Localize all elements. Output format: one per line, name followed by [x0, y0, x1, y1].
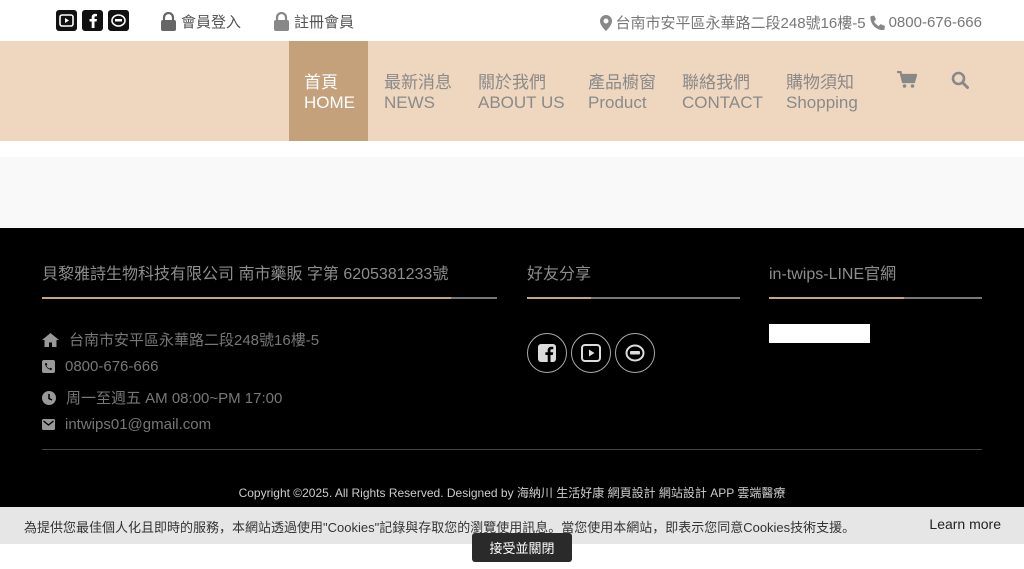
footer-address: 台南市安平區永華路二段248號16樓-5: [42, 329, 319, 350]
line-icon[interactable]: [108, 10, 129, 31]
footer-company-title: 貝黎雅詩生物科技有限公司 南市藥販 字第 6205381233號: [42, 266, 449, 283]
footer-line-underline: [769, 297, 982, 299]
nav-label-en: CONTACT: [682, 93, 763, 112]
footer-address-text: 台南市安平區永華路二段248號16樓-5: [69, 332, 320, 349]
nav-label-en: ABOUT US: [478, 93, 565, 112]
lock-icon: [161, 12, 176, 31]
nav-item-home[interactable]: 首頁 HOME: [289, 41, 368, 141]
clock-icon: [42, 390, 56, 405]
main-nav: 首頁 HOME 最新消息 NEWS 關於我們 ABOUT US 產品櫥窗 Pro…: [0, 41, 1024, 141]
nav-label-en: NEWS: [384, 93, 435, 112]
footer-phone-text[interactable]: 0800-676-666: [65, 358, 158, 375]
login-link[interactable]: 會員登入: [160, 11, 241, 32]
nav-item-product[interactable]: 產品櫥窗 Product: [588, 41, 656, 141]
phone-square-icon: [42, 360, 55, 373]
facebook-icon[interactable]: [82, 10, 103, 31]
line-qr-placeholder[interactable]: [769, 324, 870, 343]
top-address: 台南市安平區永華路二段248號16樓-5: [615, 15, 866, 32]
footer-social-links: [527, 333, 655, 373]
footer-email: intwips01@gmail.com: [42, 416, 211, 433]
copyright-text: Copyright ©2025. All Rights Reserved. De…: [238, 486, 786, 500]
envelope-icon: [42, 419, 55, 430]
cookie-learn-more-link[interactable]: Learn more: [929, 516, 1001, 532]
youtube-icon[interactable]: [56, 10, 77, 31]
nav-label-zh: 購物須知: [786, 73, 854, 92]
nav-label-zh: 聯絡我們: [682, 73, 750, 92]
nav-item-about[interactable]: 關於我們 ABOUT US: [478, 41, 565, 141]
footer: 貝黎雅詩生物科技有限公司 南市藥販 字第 6205381233號 好友分享 in…: [0, 228, 1024, 507]
login-label: 會員登入: [181, 14, 242, 31]
home-icon: [42, 332, 59, 347]
phone-icon: [869, 15, 885, 30]
lock-icon: [274, 12, 289, 31]
nav-item-contact[interactable]: 聯絡我們 CONTACT: [682, 41, 763, 141]
top-phone[interactable]: 0800-676-666: [889, 14, 982, 31]
search-icon[interactable]: [951, 71, 969, 94]
footer-line-title: in-twips-LINE官網: [769, 266, 897, 283]
youtube-icon[interactable]: [571, 333, 611, 373]
nav-item-shopping[interactable]: 購物須知 Shopping: [786, 41, 858, 141]
nav-label-en: HOME: [304, 93, 355, 112]
nav-label-zh: 首頁: [304, 73, 338, 92]
nav-label-zh: 最新消息: [384, 73, 452, 92]
nav-label-zh: 關於我們: [478, 73, 546, 92]
nav-item-news[interactable]: 最新消息 NEWS: [384, 41, 452, 141]
cookie-accept-button[interactable]: 接受並關閉: [472, 533, 572, 562]
footer-divider: [42, 449, 982, 450]
top-bar: 會員登入 註冊會員 台南市安平區永華路二段248號16樓-5 0800-676-…: [0, 0, 1024, 41]
map-marker-icon: [599, 14, 612, 31]
banner-slider: [0, 157, 1024, 228]
cart-icon[interactable]: [897, 70, 918, 94]
footer-phone: 0800-676-666: [42, 358, 158, 375]
facebook-icon[interactable]: [527, 333, 567, 373]
top-contact: 台南市安平區永華路二段248號16樓-5 0800-676-666: [599, 12, 982, 33]
top-social-links: [56, 10, 129, 31]
nav-label-en: Product: [588, 93, 647, 112]
footer-share-title: 好友分享: [527, 266, 592, 283]
line-icon[interactable]: [615, 333, 655, 373]
footer-email-text[interactable]: intwips01@gmail.com: [65, 416, 211, 433]
register-label: 註冊會員: [294, 14, 355, 31]
footer-company-underline: [42, 297, 497, 299]
register-link[interactable]: 註冊會員: [273, 11, 354, 32]
cookie-consent-bar: 為提供您最佳個人化且即時的服務，本網站透過使用"Cookies"記錄與存取您的瀏…: [0, 507, 1024, 569]
nav-label-zh: 產品櫥窗: [588, 73, 656, 92]
cookie-message: 為提供您最佳個人化且即時的服務，本網站透過使用"Cookies"記錄與存取您的瀏…: [24, 520, 856, 535]
nav-label-en: Shopping: [786, 93, 858, 112]
footer-hours-text: 周一至週五 AM 08:00~PM 17:00: [66, 390, 283, 407]
footer-hours: 周一至週五 AM 08:00~PM 17:00: [42, 387, 282, 408]
footer-share-underline: [527, 297, 740, 299]
